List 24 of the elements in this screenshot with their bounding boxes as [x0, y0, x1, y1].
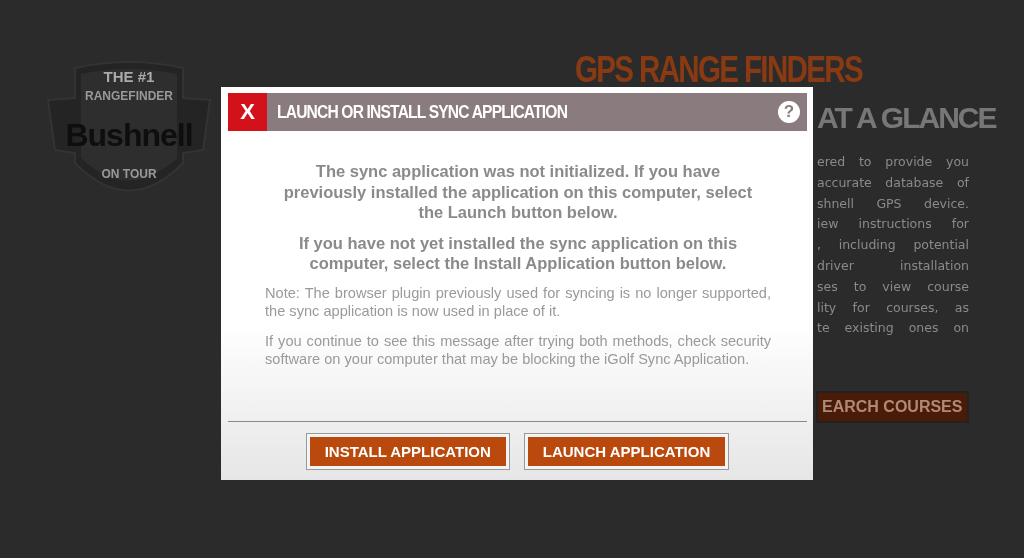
dialog-title: LAUNCH OR INSTALL SYNC APPLICATION: [277, 101, 569, 123]
close-button[interactable]: X: [228, 93, 267, 131]
application-button[interactable]: INSTALL APPLICATION: [305, 433, 510, 470]
logo-arc-text: RANGEFINDER: [85, 89, 173, 103]
paragraph-line: ered to provide you: [817, 153, 969, 171]
paragraph-line: te existing ones on: [817, 319, 969, 338]
paragraph-line: ses to view course: [817, 277, 969, 296]
page-heading: GPS RANGE FINDERS: [575, 48, 863, 92]
paragraph-line: , including potential: [817, 236, 969, 255]
logo-bottom-text: ON TOUR: [101, 167, 157, 181]
instruction-text: If you have not yet installed the sync application on this computer, select the Install Application button below.: [297, 232, 739, 274]
application-button[interactable]: LAUNCH APPLICATION: [523, 433, 730, 470]
logo-top-text: THE #1: [103, 68, 155, 85]
help-button[interactable]: ?: [778, 101, 800, 123]
note-text: Note: The browser plugin previously used for syncing is no longer supported, the sync application is now used in place of it.: [265, 283, 771, 320]
instruction-text: The sync application was not initialized. If you have previously installed the application on this computer, select the Launch button below.: [283, 161, 753, 223]
paragraph-line: iew instructions for: [817, 215, 969, 234]
paragraph-line: driver installation: [817, 257, 969, 275]
paragraph-line: lity for courses, as: [817, 298, 969, 317]
paragraph-line: shnell GPS device.: [817, 194, 969, 213]
paragraph-line: accurate database of: [817, 173, 969, 192]
note-text: If you continue to see this message after trying both methods, check security software on your computer that may be blocking the iGolf Sync Application.: [265, 331, 771, 368]
search-courses-button[interactable]: EARCH COURSES: [816, 391, 969, 424]
page-subheading: AT A GLANCE: [817, 100, 996, 136]
